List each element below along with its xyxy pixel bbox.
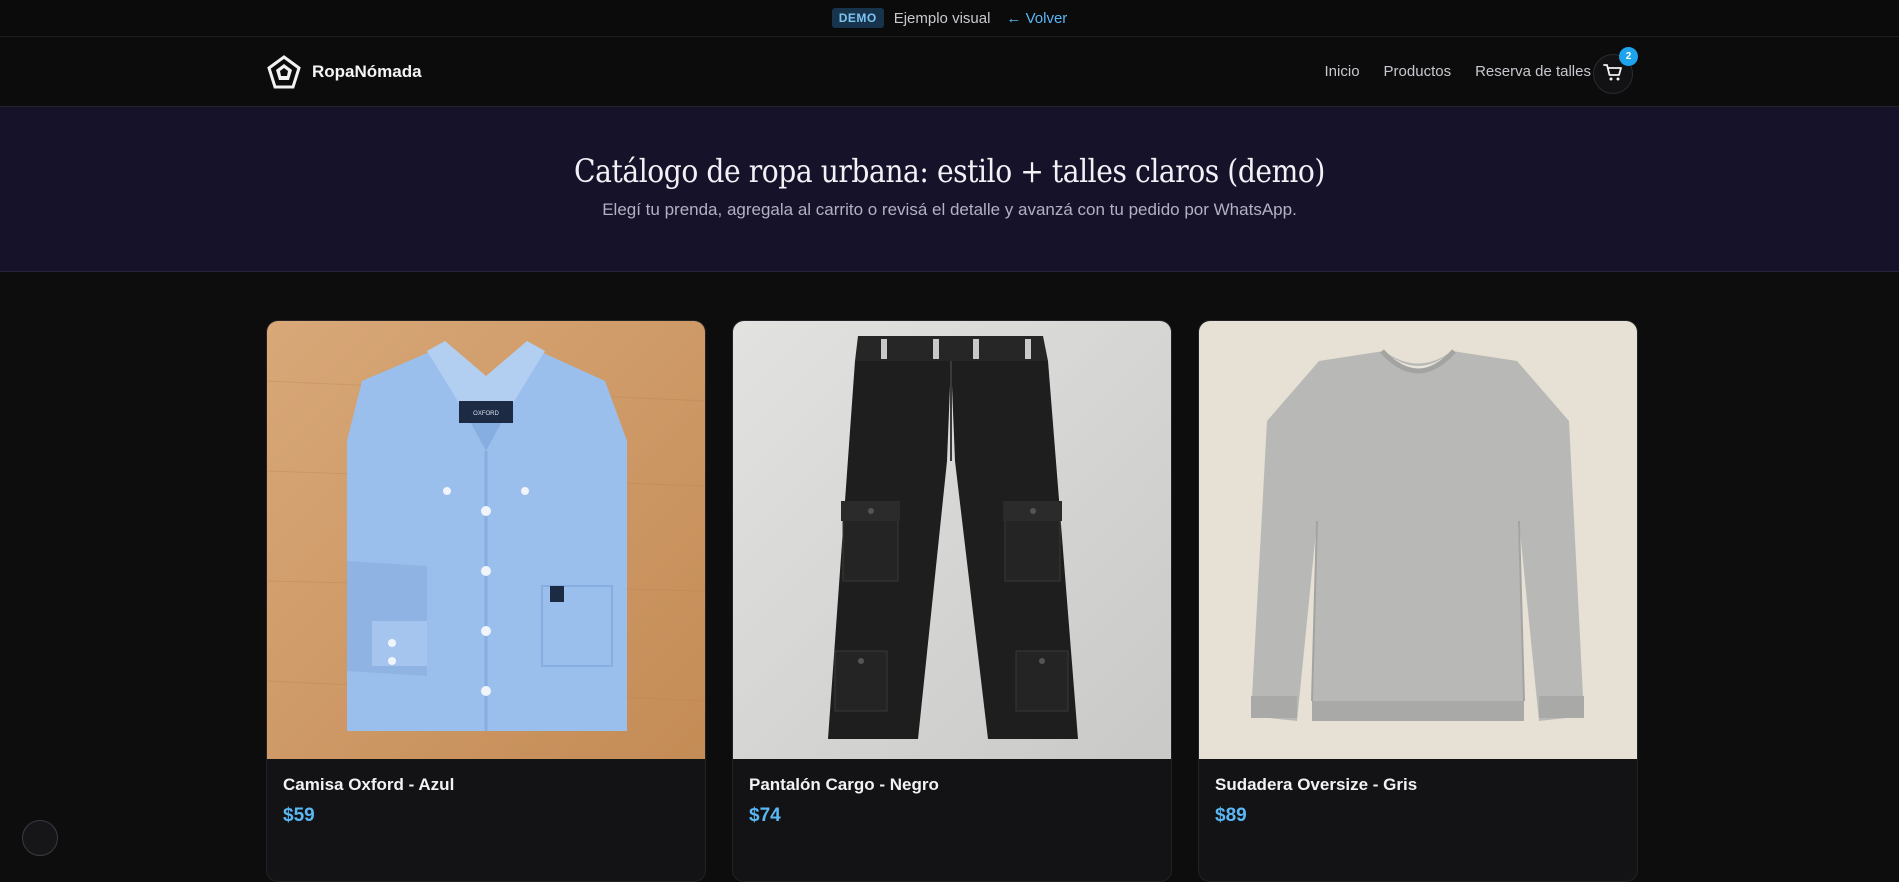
product-price: $89	[1215, 805, 1247, 826]
product-card[interactable]: Sudadera Oversize - Gris $89	[1198, 320, 1638, 882]
nav-item-reserva-de-talles[interactable]: Reserva de talles	[1475, 63, 1591, 80]
nav-item-inicio[interactable]: Inicio	[1325, 63, 1360, 80]
product-card[interactable]: Pantalón Cargo - Negro $74	[732, 320, 1172, 882]
product-name[interactable]: Pantalón Cargo - Negro	[749, 775, 1155, 795]
product-image-sweatshirt[interactable]	[1199, 321, 1637, 759]
brand-logo-icon	[266, 54, 302, 90]
back-link[interactable]: ← Volver	[1006, 10, 1067, 27]
floating-action-button[interactable]	[22, 820, 58, 856]
hero-section: Catálogo de ropa urbana: estilo + talles…	[0, 107, 1899, 272]
main-nav: Inicio Productos Reserva de talles	[1325, 37, 1591, 106]
product-name[interactable]: Camisa Oxford - Azul	[283, 775, 689, 795]
brand[interactable]: RopaNómada	[266, 37, 422, 106]
cart-button[interactable]: 2	[1593, 47, 1638, 94]
brand-name: RopaNómada	[312, 61, 422, 81]
product-grid: OXFORD Camisa Oxford - Azul $59 Pantalón…	[266, 320, 1638, 882]
product-image-shirt[interactable]: OXFORD	[267, 321, 705, 759]
page-subtitle: Elegí tu prenda, agregala al carrito o r…	[602, 200, 1297, 219]
cart-icon	[1603, 62, 1623, 87]
product-image-pants[interactable]	[733, 321, 1171, 759]
svg-text:OXFORD: OXFORD	[473, 411, 499, 417]
nav-item-productos[interactable]: Productos	[1384, 63, 1452, 80]
product-card[interactable]: OXFORD Camisa Oxford - Azul $59	[266, 320, 706, 882]
product-price: $74	[749, 805, 781, 826]
page-title: Catálogo de ropa urbana: estilo + talles…	[574, 152, 1325, 190]
product-price: $59	[283, 805, 315, 826]
demo-badge: DEMO	[831, 8, 884, 28]
demo-bar: DEMO Ejemplo visual ← Volver	[0, 0, 1899, 37]
site-header: RopaNómada Inicio Productos Reserva de t…	[0, 37, 1899, 107]
demo-text: Ejemplo visual	[893, 9, 991, 27]
cart-count-badge: 2	[1619, 47, 1638, 66]
product-name[interactable]: Sudadera Oversize - Gris	[1215, 775, 1621, 795]
